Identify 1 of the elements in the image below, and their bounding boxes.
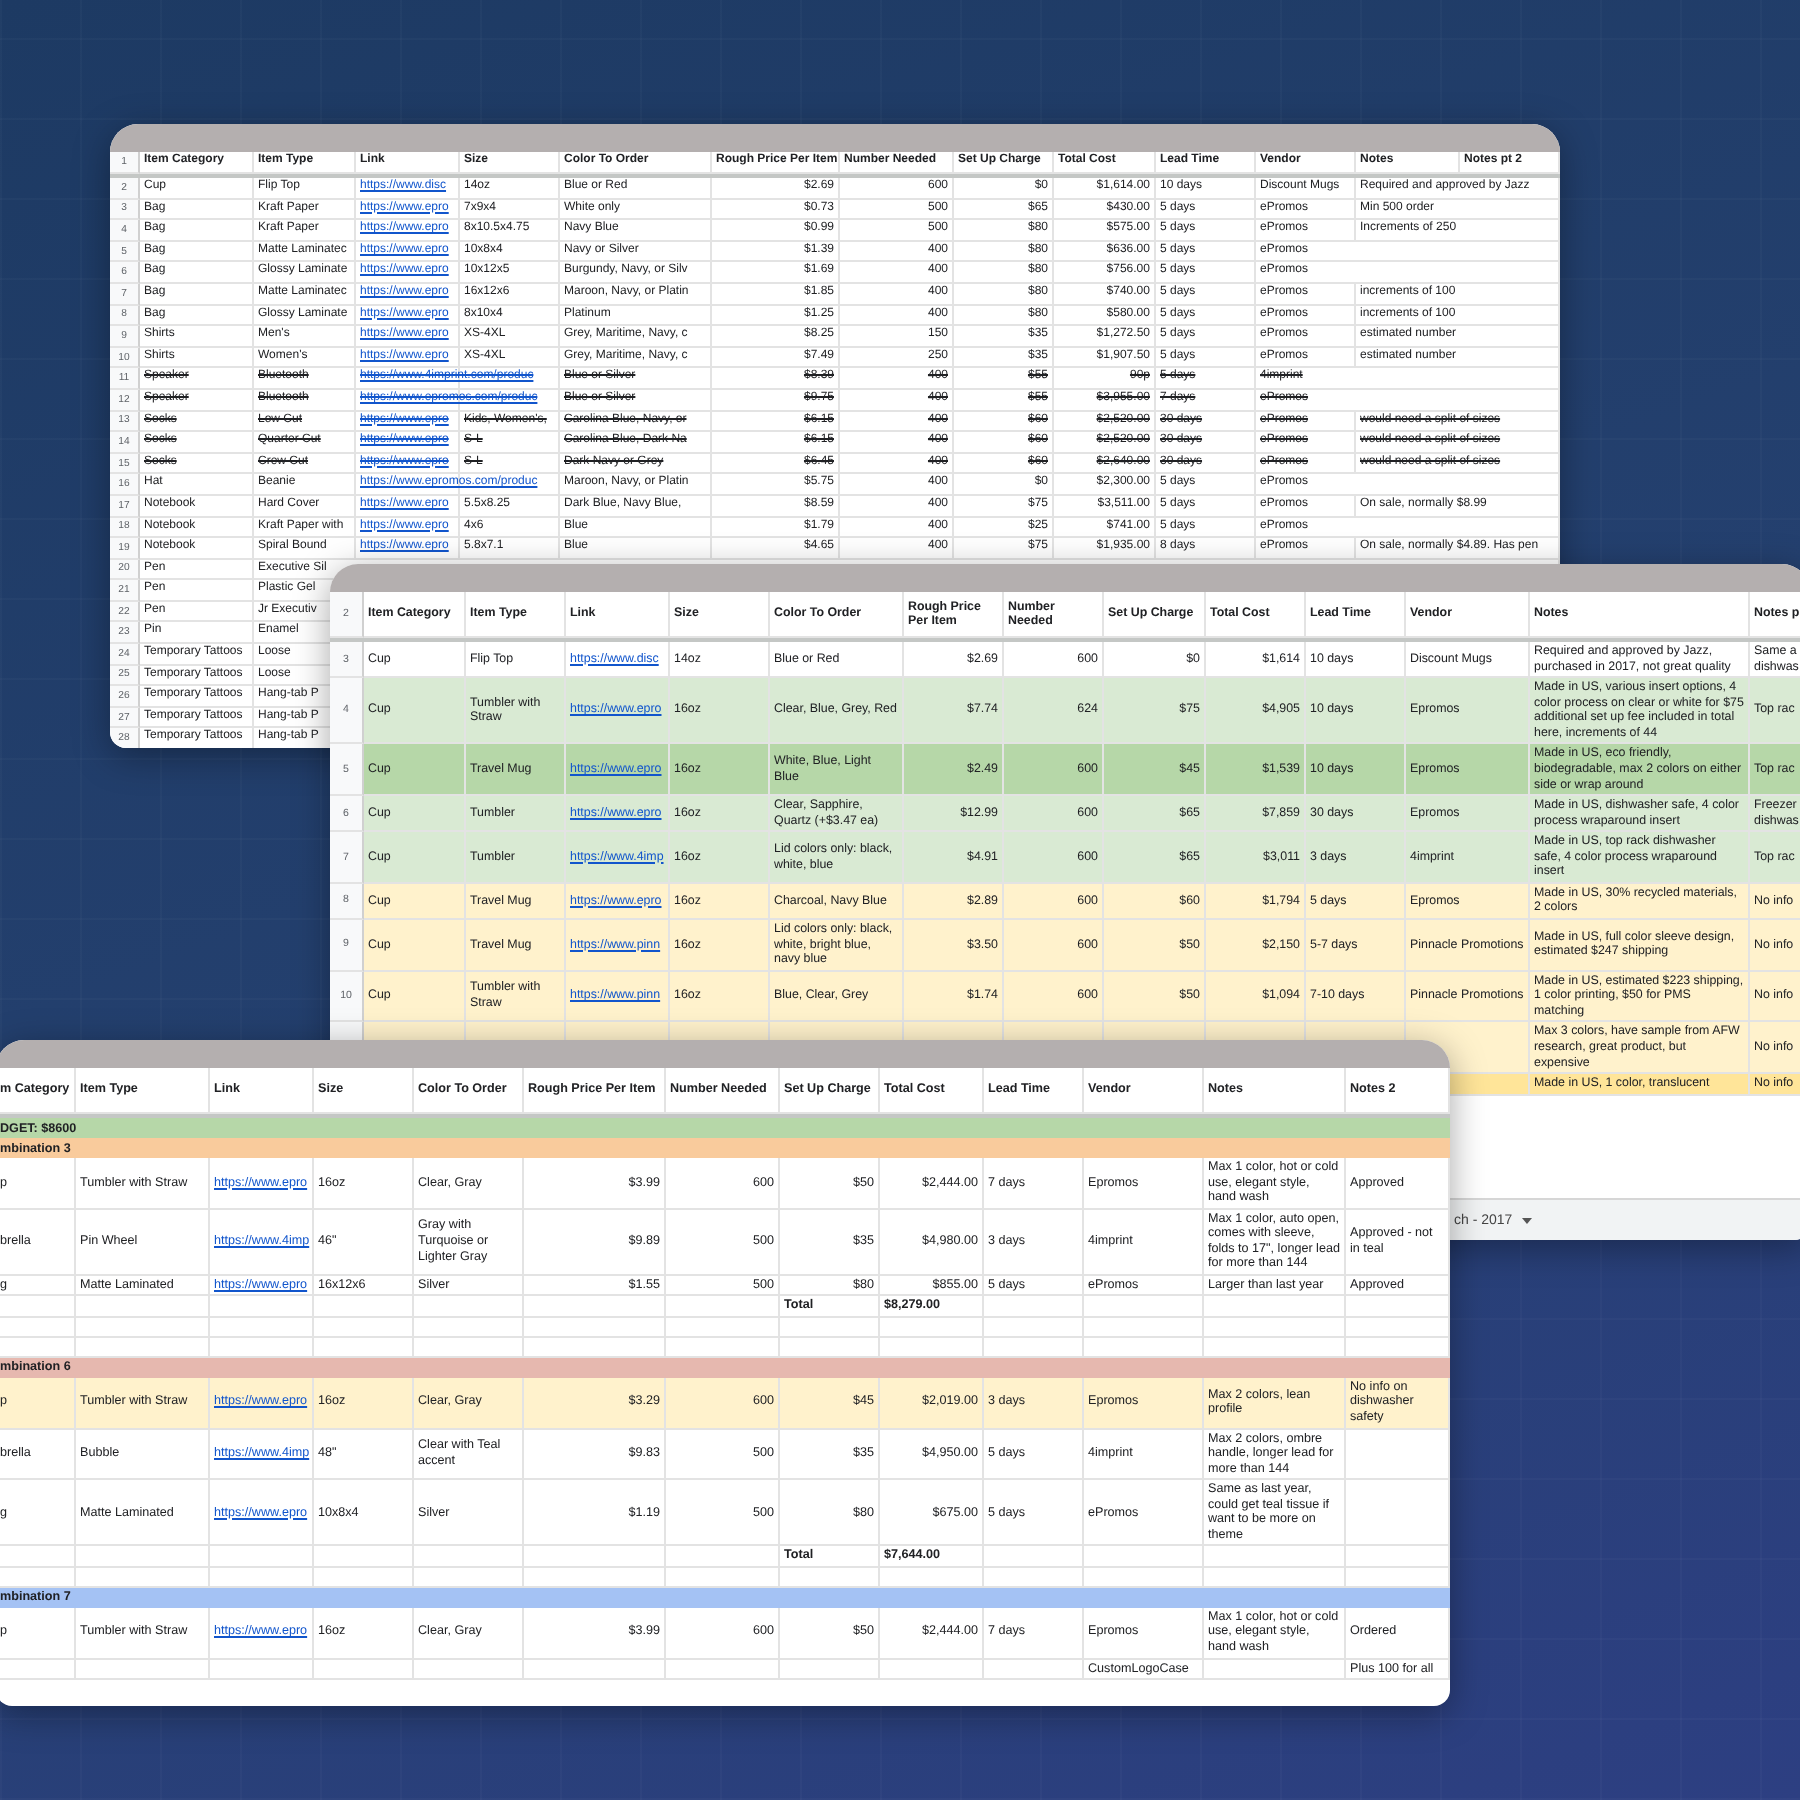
caret-icon: [1522, 1217, 1533, 1223]
